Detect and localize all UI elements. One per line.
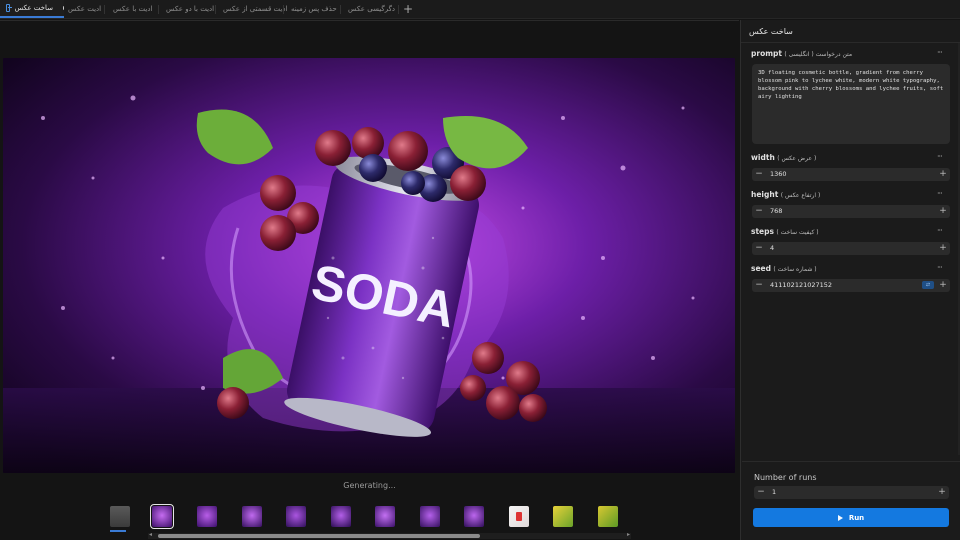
bottle-shape [516, 512, 522, 521]
tab-edit-two-images[interactable]: ادیت با دو عکس [160, 0, 215, 18]
panel-divider [741, 42, 960, 43]
tab-divider [283, 5, 284, 14]
tab-remove-background[interactable]: حذف پس زمینه [285, 0, 340, 18]
width-name: width [751, 153, 775, 162]
height-name: height [751, 190, 779, 199]
increment-icon[interactable]: + [937, 168, 949, 181]
seed-name: seed [751, 264, 772, 273]
increment-icon[interactable]: + [936, 486, 948, 499]
image-icon [6, 4, 12, 12]
runs-stepper[interactable]: − 1 + [754, 486, 949, 499]
tab-label: ادیت عکس [68, 5, 102, 13]
thumbnail-item[interactable] [553, 506, 573, 527]
seed-stepper[interactable]: − 411102121027152 ⇄ + [752, 279, 950, 292]
decrement-icon[interactable]: − [753, 242, 765, 255]
app-window: ساخت عکس ادیت عکس ادیت با عکس ادیت با دو… [0, 0, 960, 540]
runs-label: Number of runs [754, 473, 817, 482]
add-tab-button[interactable]: + [401, 1, 415, 17]
settings-panel: ساخت عکس prompt ( متن درخواست ( انگلیسی … [740, 20, 960, 540]
thumbnail-item[interactable] [375, 506, 395, 527]
seed-value[interactable]: 411102121027152 [770, 281, 832, 289]
randomize-seed-icon[interactable]: ⇄ [922, 281, 934, 289]
tab-bar: ساخت عکس ادیت عکس ادیت با عکس ادیت با دو… [0, 0, 960, 19]
prompt-input[interactable]: 3D floating cosmetic bottle, gradient fr… [752, 64, 950, 144]
thumbnail-scrollbar[interactable]: ◂ ▸ [148, 531, 631, 539]
decrement-icon[interactable]: − [753, 168, 765, 181]
prompt-label: prompt ( متن درخواست ( انگلیسی [751, 49, 852, 58]
tab-divider [215, 5, 216, 14]
width-sublabel: ( عرض عکس ) [777, 155, 817, 162]
tab-edit-part-of-image[interactable]: ادیت قسمتی از عکس [217, 0, 287, 18]
scroll-right-icon[interactable]: ▸ [627, 531, 630, 538]
tab-edit-with-image[interactable]: ادیت با عکس [107, 0, 159, 18]
thumbnail-item[interactable] [331, 506, 351, 527]
decrement-icon[interactable]: − [753, 205, 765, 218]
run-button[interactable]: Run [753, 508, 949, 527]
tab-transform-image[interactable]: دگرگیسی عکس [342, 0, 398, 18]
height-label: height ( ارتفاع عکس ) [751, 190, 820, 199]
increment-icon[interactable]: + [937, 205, 949, 218]
tab-label: ادیت با عکس [113, 5, 153, 13]
runs-value[interactable]: 1 [772, 488, 776, 496]
steps-value[interactable]: 4 [770, 244, 774, 252]
steps-more-icon[interactable]: ··· [937, 226, 943, 235]
prompt-sublabel: ( متن درخواست ( انگلیسی [784, 51, 853, 58]
height-more-icon[interactable]: ··· [937, 189, 943, 198]
scroll-left-icon[interactable]: ◂ [149, 531, 152, 538]
thumbnail-item[interactable] [598, 506, 618, 527]
thumbnail-item[interactable] [286, 506, 306, 527]
generation-status: Generating... [343, 481, 396, 490]
tab-divider [104, 5, 105, 14]
canvas-area: SODA Generating... ◂ ▸ [0, 20, 739, 540]
increment-icon[interactable]: + [937, 279, 949, 292]
thumbnail-item[interactable] [464, 506, 484, 527]
tab-create-image[interactable]: ساخت عکس [0, 0, 64, 18]
tab-label: ادیت قسمتی از عکس [223, 5, 288, 13]
tab-label: ساخت عکس [14, 4, 53, 12]
width-more-icon[interactable]: ··· [937, 152, 943, 161]
thumbnail-item[interactable] [197, 506, 217, 527]
generated-image[interactable]: SODA [3, 58, 735, 473]
height-sublabel: ( ارتفاع عکس ) [780, 192, 821, 199]
tab-edit-image[interactable]: ادیت عکس [62, 0, 108, 18]
tab-divider [158, 5, 159, 14]
run-button-label: Run [848, 513, 865, 522]
increment-icon[interactable]: + [937, 242, 949, 255]
thumbnail-progress [110, 530, 126, 532]
prompt-name: prompt [751, 49, 782, 58]
progress-line [0, 20, 739, 21]
steps-label: steps ( کیفیت ساخت ) [751, 227, 819, 236]
tab-divider [340, 5, 341, 14]
tab-divider [398, 5, 399, 14]
height-value[interactable]: 768 [770, 207, 782, 215]
width-stepper[interactable]: − 1360 + [752, 168, 950, 181]
thumbnail-item[interactable] [150, 504, 174, 529]
seed-more-icon[interactable]: ··· [937, 263, 943, 272]
thumbnail-item[interactable] [420, 506, 440, 527]
tab-label: ادیت با دو عکس [166, 5, 215, 13]
decrement-icon[interactable]: − [753, 279, 765, 292]
thumbnail-item[interactable] [242, 506, 262, 527]
tab-label: دگرگیسی عکس [348, 5, 396, 13]
steps-sublabel: ( کیفیت ساخت ) [776, 229, 819, 236]
panel-title: ساخت عکس [749, 27, 793, 36]
height-stepper[interactable]: − 768 + [752, 205, 950, 218]
steps-name: steps [751, 227, 774, 236]
tab-label: حذف پس زمینه [291, 5, 337, 13]
width-value[interactable]: 1360 [770, 170, 787, 178]
play-icon [837, 514, 843, 521]
thumbnail-item[interactable] [509, 506, 529, 527]
thumbnail-placeholder[interactable] [110, 506, 130, 527]
seed-label: seed ( شماره ساخت ) [751, 264, 817, 273]
width-label: width ( عرض عکس ) [751, 153, 816, 162]
prompt-more-icon[interactable]: ··· [937, 48, 943, 57]
seed-sublabel: ( شماره ساخت ) [773, 266, 817, 273]
decrement-icon[interactable]: − [755, 486, 767, 499]
steps-stepper[interactable]: − 4 + [752, 242, 950, 255]
scrollbar-thumb[interactable] [158, 534, 480, 538]
